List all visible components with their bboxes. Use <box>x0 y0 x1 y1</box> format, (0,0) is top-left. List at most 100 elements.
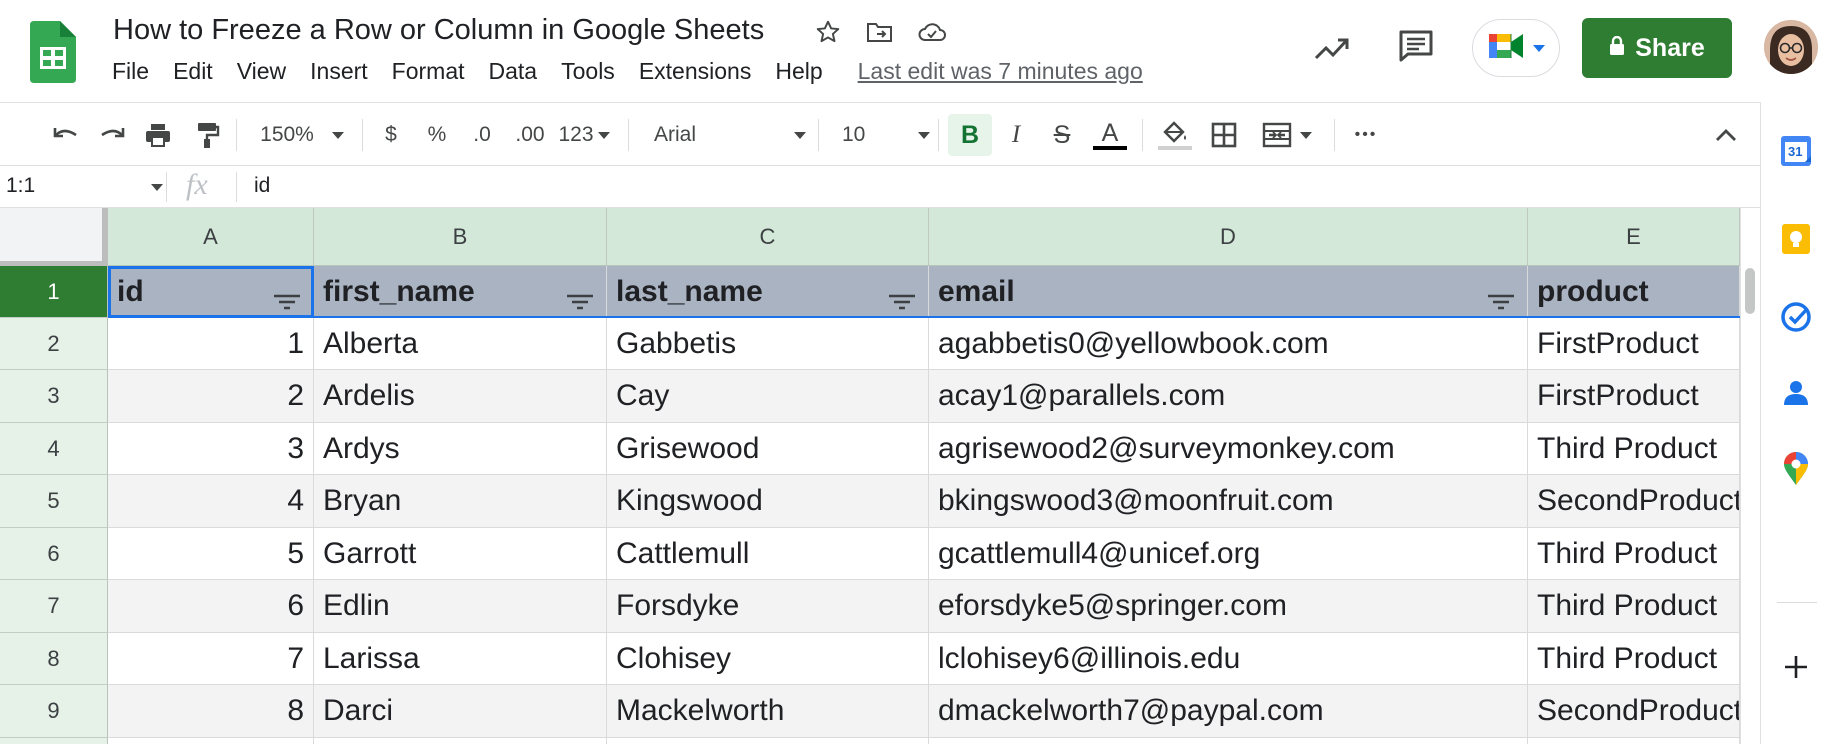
activity-trend-icon[interactable] <box>1312 28 1352 68</box>
row-header-2[interactable]: 2 <box>0 318 108 370</box>
font-family-select[interactable]: Arial <box>646 103 806 167</box>
document-title[interactable]: How to Freeze a Row or Column in Google … <box>113 14 764 47</box>
keep-icon[interactable] <box>1779 222 1813 256</box>
menu-edit[interactable]: Edit <box>173 58 213 85</box>
row-header-6[interactable]: 6 <box>0 528 108 580</box>
row-header-4[interactable]: 4 <box>0 423 108 475</box>
cloud-status-icon[interactable] <box>914 14 950 50</box>
column-header-e[interactable]: E <box>1528 208 1740 266</box>
header-cell-product[interactable]: product <box>1528 266 1740 318</box>
cell-id[interactable]: 2 <box>108 370 314 423</box>
cell-email[interactable]: bkingswood3@moonfruit.com <box>929 475 1528 528</box>
maps-icon[interactable] <box>1779 452 1813 486</box>
column-header-a[interactable]: A <box>108 208 314 266</box>
menu-extensions[interactable]: Extensions <box>639 58 752 85</box>
filter-icon[interactable] <box>888 284 916 317</box>
formula-input[interactable]: id <box>254 174 270 198</box>
cell-first-name[interactable]: Ardelis <box>314 370 607 423</box>
scrollbar-thumb[interactable] <box>1745 268 1755 314</box>
currency-format-button[interactable]: $ <box>376 103 406 167</box>
cell-id[interactable]: 3 <box>108 423 314 475</box>
decrease-decimal-button[interactable]: .0 <box>464 103 500 167</box>
cell-last-name[interactable]: Gabbetis <box>607 318 929 370</box>
chevron-down-icon[interactable] <box>151 184 163 191</box>
sheets-logo-icon[interactable] <box>30 21 76 88</box>
last-edit-link[interactable]: Last edit was 7 minutes ago <box>858 58 1143 85</box>
paint-format-icon[interactable] <box>190 103 226 167</box>
cell-first-name[interactable]: Ardys <box>314 423 607 475</box>
row-header-8[interactable]: 8 <box>0 633 108 685</box>
row-header-1[interactable]: 1 <box>0 266 108 318</box>
cell-product[interactable]: SecondProduct <box>1528 685 1740 738</box>
cell-first-name[interactable]: Edlin <box>314 580 607 633</box>
more-formats-select[interactable]: 123 <box>556 103 612 167</box>
cell-product[interactable]: Third Product <box>1528 528 1740 580</box>
cell-email[interactable]: lclohisey6@illinois.edu <box>929 633 1528 685</box>
cell-first-name[interactable]: Larissa <box>314 633 607 685</box>
row-header-5[interactable]: 5 <box>0 475 108 528</box>
cell-id[interactable] <box>108 738 314 744</box>
fill-color-button[interactable] <box>1154 103 1196 167</box>
cell-first-name[interactable] <box>314 738 607 744</box>
merge-cells-button[interactable] <box>1254 103 1320 167</box>
row-header-7[interactable]: 7 <box>0 580 108 633</box>
cell-email[interactable]: dmackelworth7@paypal.com <box>929 685 1528 738</box>
cell-last-name[interactable] <box>607 738 929 744</box>
header-cell-first-name[interactable]: first_name <box>314 266 607 318</box>
column-header-b[interactable]: B <box>314 208 607 266</box>
star-icon[interactable] <box>810 14 846 50</box>
percent-format-button[interactable]: % <box>422 103 452 167</box>
cell-last-name[interactable]: Kingswood <box>607 475 929 528</box>
cell-last-name[interactable]: Cay <box>607 370 929 423</box>
cell-email[interactable]: agabbetis0@yellowbook.com <box>929 318 1528 370</box>
cell-product[interactable]: SecondProduct <box>1528 475 1740 528</box>
collapse-toolbar-icon[interactable] <box>1708 103 1744 167</box>
cell-product[interactable]: FirstProduct <box>1528 370 1740 423</box>
menu-help[interactable]: Help <box>775 58 822 85</box>
cell-first-name[interactable]: Garrott <box>314 528 607 580</box>
menu-insert[interactable]: Insert <box>310 58 368 85</box>
cell-product[interactable]: Third Product <box>1528 633 1740 685</box>
cell-last-name[interactable]: Grisewood <box>607 423 929 475</box>
cell-first-name[interactable]: Darci <box>314 685 607 738</box>
row-header-9[interactable]: 9 <box>0 685 108 738</box>
cell-product[interactable]: Third Product <box>1528 423 1740 475</box>
comments-icon[interactable] <box>1396 26 1436 66</box>
more-options-icon[interactable]: ••• <box>1348 103 1384 167</box>
cell-id[interactable]: 5 <box>108 528 314 580</box>
cell-product[interactable] <box>1528 738 1740 744</box>
cell-product[interactable]: Third Product <box>1528 580 1740 633</box>
text-color-button[interactable]: A <box>1090 103 1130 167</box>
cell-last-name[interactable]: Mackelworth <box>607 685 929 738</box>
menu-tools[interactable]: Tools <box>561 58 615 85</box>
bold-button[interactable]: B <box>948 114 992 156</box>
contacts-icon[interactable] <box>1779 376 1813 410</box>
cell-id[interactable]: 8 <box>108 685 314 738</box>
font-size-select[interactable]: 10 <box>832 103 930 167</box>
cell-first-name[interactable]: Bryan <box>314 475 607 528</box>
print-icon[interactable] <box>140 103 176 167</box>
cell-last-name[interactable]: Clohisey <box>607 633 929 685</box>
share-button[interactable]: Share <box>1582 18 1732 78</box>
cell-email[interactable]: acay1@parallels.com <box>929 370 1528 423</box>
increase-decimal-button[interactable]: .00 <box>510 103 550 167</box>
vertical-scrollbar[interactable] <box>1740 208 1760 744</box>
cell-last-name[interactable]: Cattlemull <box>607 528 929 580</box>
zoom-select[interactable]: 150% <box>254 103 350 167</box>
avatar[interactable] <box>1764 20 1818 74</box>
cell-email[interactable]: eforsdyke5@springer.com <box>929 580 1528 633</box>
column-header-d[interactable]: D <box>929 208 1528 266</box>
cell-email[interactable]: gcattlemull4@unicef.org <box>929 528 1528 580</box>
header-cell-id[interactable]: id <box>108 266 314 318</box>
add-addon-icon[interactable] <box>1779 650 1813 684</box>
cell-first-name[interactable]: Alberta <box>314 318 607 370</box>
menu-view[interactable]: View <box>237 58 286 85</box>
row-header-3[interactable]: 3 <box>0 370 108 423</box>
header-cell-email[interactable]: email <box>929 266 1528 318</box>
menu-format[interactable]: Format <box>392 58 465 85</box>
header-cell-last-name[interactable]: last_name <box>607 266 929 318</box>
cell-id[interactable]: 7 <box>108 633 314 685</box>
filter-icon[interactable] <box>273 284 301 317</box>
select-all-corner[interactable] <box>0 208 108 266</box>
column-header-c[interactable]: C <box>607 208 929 266</box>
